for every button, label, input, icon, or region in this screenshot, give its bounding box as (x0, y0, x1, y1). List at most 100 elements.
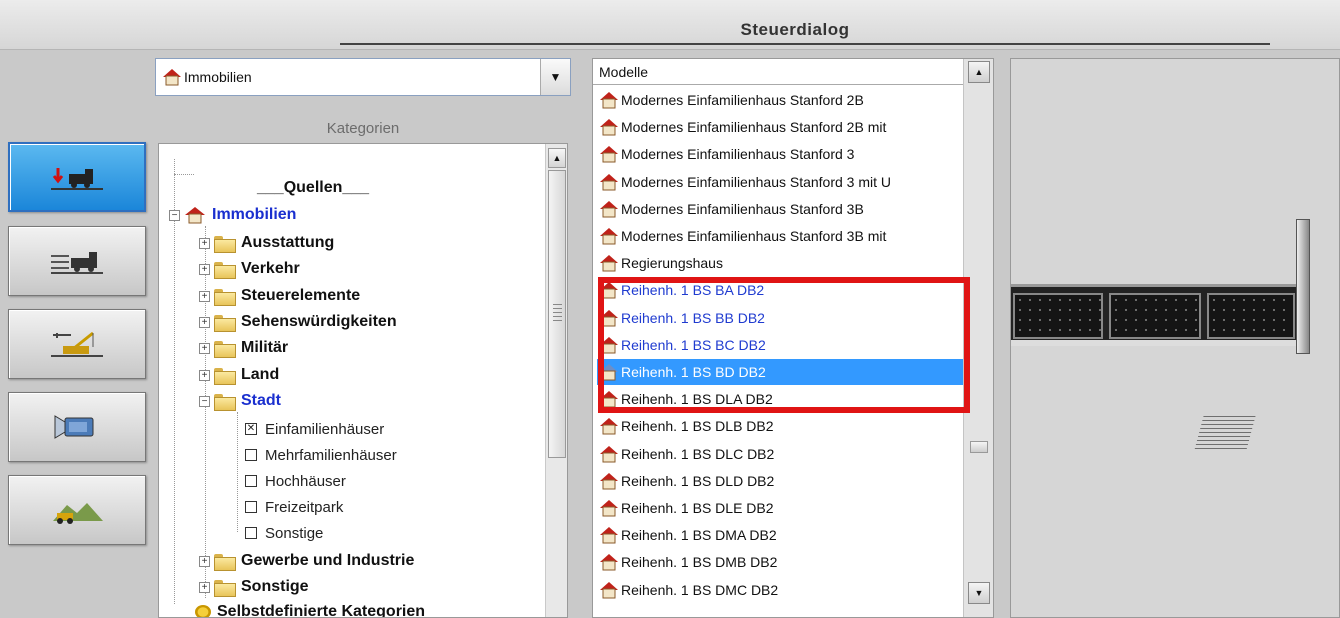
checkbox-icon[interactable] (245, 527, 257, 539)
tree-guide (237, 412, 238, 532)
camera-button[interactable] (8, 392, 146, 462)
model-list-item[interactable]: Reihenh. 1 BS DMB DB2 (597, 549, 963, 575)
scroll-thumb[interactable] (970, 441, 988, 453)
tree-item-quellen[interactable]: ___Quellen___ (257, 176, 369, 200)
model-list-item[interactable]: Reihenh. 1 BS DMA DB2 (597, 522, 963, 548)
house-icon (600, 173, 618, 191)
tree-item-label: Stadt (241, 392, 281, 409)
open-folder-icon (214, 393, 236, 411)
preview-wall (1011, 284, 1306, 346)
model-list-item[interactable]: Reihenh. 1 BS BB DB2 (597, 305, 963, 331)
tree-item-verkehr[interactable]: + Verkehr (199, 257, 300, 281)
folder-icon (214, 261, 236, 279)
tree-item-sonstige[interactable]: + Sonstige (199, 575, 309, 599)
checkbox-icon[interactable] (245, 501, 257, 513)
preview-sign (1194, 416, 1256, 450)
chevron-down-icon[interactable]: ▼ (540, 59, 570, 95)
models-header[interactable]: Modelle (593, 59, 963, 85)
tree-item-stadt[interactable]: − Stadt (199, 389, 281, 413)
expand-icon[interactable]: + (199, 237, 210, 249)
tree-item-label: Ausstattung (241, 234, 335, 251)
expand-icon[interactable]: + (199, 581, 210, 593)
model-list-item[interactable]: Reihenh. 1 BS DMC DB2 (597, 577, 963, 603)
tree-item-immobilien[interactable]: − Immobilien (169, 203, 296, 227)
model-list-item[interactable]: Reihenh. 1 BS BC DB2 (597, 332, 963, 358)
folder-icon (214, 288, 236, 306)
tree-item-militaer[interactable]: + Militär (199, 336, 288, 360)
collapse-icon[interactable]: − (169, 209, 180, 221)
tree-item-selbstdefiniert[interactable]: Selbstdefinierte Kategorien (195, 600, 425, 617)
model-list-item[interactable]: Modernes Einfamilienhaus Stanford 3 mit … (597, 169, 963, 195)
folder-icon (214, 314, 236, 332)
model-list-item[interactable]: Regierungshaus (597, 250, 963, 276)
preview-pane (1013, 293, 1103, 339)
model-list-item[interactable]: Reihenh. 1 BS DLD DB2 (597, 468, 963, 494)
house-icon (600, 500, 618, 517)
expand-icon[interactable]: + (199, 369, 210, 381)
tree-item-mehrfamilienhaeuser[interactable]: Mehrfamilienhäuser (245, 443, 397, 467)
category-dropdown-value-wrap: Immobilien (156, 69, 540, 86)
expand-icon[interactable]: + (199, 290, 210, 302)
tree-item-freizeitpark[interactable]: Freizeitpark (245, 495, 343, 519)
model-list-item-label: Modernes Einfamilienhaus Stanford 3B mit (621, 228, 887, 244)
construction-button[interactable] (8, 309, 146, 379)
house-icon (600, 391, 618, 408)
model-list-item-label: Regierungshaus (621, 255, 723, 272)
expand-icon[interactable]: + (199, 555, 210, 567)
model-list-item-label: Modernes Einfamilienhaus Stanford 2B (621, 92, 864, 108)
tree-item-label: Freizeitpark (265, 498, 344, 516)
tree-item-einfamilienhaeuser[interactable]: ✕ Einfamilienhäuser (245, 417, 384, 441)
house-icon (600, 119, 618, 136)
tree-item-sonstige-stadt[interactable]: Sonstige (245, 521, 323, 545)
model-list-item[interactable]: Reihenh. 1 BS DLC DB2 (597, 441, 963, 467)
checkbox-icon[interactable] (245, 449, 257, 461)
tree-item-label: Verkehr (241, 260, 300, 277)
track-layout-button[interactable] (8, 226, 146, 296)
model-list-item[interactable]: Reihenh. 1 BS BD DB2 (597, 359, 963, 385)
landscape-button[interactable] (8, 475, 146, 545)
model-list-item[interactable]: Reihenh. 1 BS DLE DB2 (597, 495, 963, 521)
tree-item-sehenswuerdigkeiten[interactable]: + Sehenswürdigkeiten (199, 310, 397, 334)
checkbox-icon[interactable] (245, 475, 257, 487)
dialog-title: Steuerdialog (740, 20, 850, 39)
crane-icon (51, 331, 103, 357)
model-list-item-label: Modernes Einfamilienhaus Stanford 3 (621, 146, 855, 163)
scroll-up-icon[interactable]: ▲ (548, 148, 566, 168)
tree-item-label: Sonstige (265, 524, 324, 542)
models-scrollbar[interactable]: ▲ ▼ (963, 59, 993, 617)
model-list-item[interactable]: Reihenh. 1 BS DLB DB2 (597, 413, 963, 439)
house-icon (600, 445, 618, 463)
tree-item-hochhaeuser[interactable]: Hochhäuser (245, 469, 346, 493)
model-list-item[interactable]: Reihenh. 1 BS BA DB2 (597, 277, 963, 303)
train-tracks-icon (51, 252, 103, 274)
category-tree[interactable]: ___Quellen___ − Immobilien + Ausstattung… (158, 143, 568, 618)
tree-item-label: Gewerbe und Industrie (241, 552, 415, 569)
tree-item-ausstattung[interactable]: + Ausstattung (199, 231, 334, 255)
scroll-thumb[interactable] (548, 170, 566, 458)
category-dropdown[interactable]: Immobilien ▼ (155, 58, 571, 96)
objects-load-button[interactable] (8, 142, 146, 212)
model-list-item[interactable]: Modernes Einfamilienhaus Stanford 3B mit (597, 223, 963, 249)
model-list-item[interactable]: Reihenh. 1 BS DLA DB2 (597, 386, 963, 412)
tree-scrollbar[interactable]: ▲ (545, 144, 567, 617)
tree-guide (174, 174, 194, 175)
models-list[interactable]: Modelle Modernes Einfamilienhaus Stanfor… (592, 58, 994, 618)
model-list-item[interactable]: Modernes Einfamilienhaus Stanford 2B mit (597, 114, 963, 140)
collapse-icon[interactable]: − (199, 395, 210, 407)
expand-icon[interactable]: + (199, 342, 210, 354)
model-list-item[interactable]: Modernes Einfamilienhaus Stanford 2B (597, 87, 963, 113)
model-list-item[interactable]: Modernes Einfamilienhaus Stanford 3 (597, 141, 963, 167)
tree-item-gewerbe[interactable]: + Gewerbe und Industrie (199, 549, 414, 573)
preview-pane (1207, 293, 1295, 339)
model-list-item[interactable]: Modernes Einfamilienhaus Stanford 3B (597, 196, 963, 222)
expand-icon[interactable]: + (199, 263, 210, 275)
scroll-down-icon[interactable]: ▼ (968, 582, 990, 604)
tree-item-steuerelemente[interactable]: + Steuerelemente (199, 284, 360, 308)
tree-item-land[interactable]: + Land (199, 363, 279, 387)
expand-icon[interactable]: + (199, 316, 210, 328)
checkbox-checked-icon[interactable]: ✕ (245, 423, 257, 435)
video-camera-icon (54, 415, 94, 439)
house-icon (600, 255, 618, 272)
scroll-up-icon[interactable]: ▲ (968, 61, 990, 83)
house-icon (600, 581, 618, 599)
